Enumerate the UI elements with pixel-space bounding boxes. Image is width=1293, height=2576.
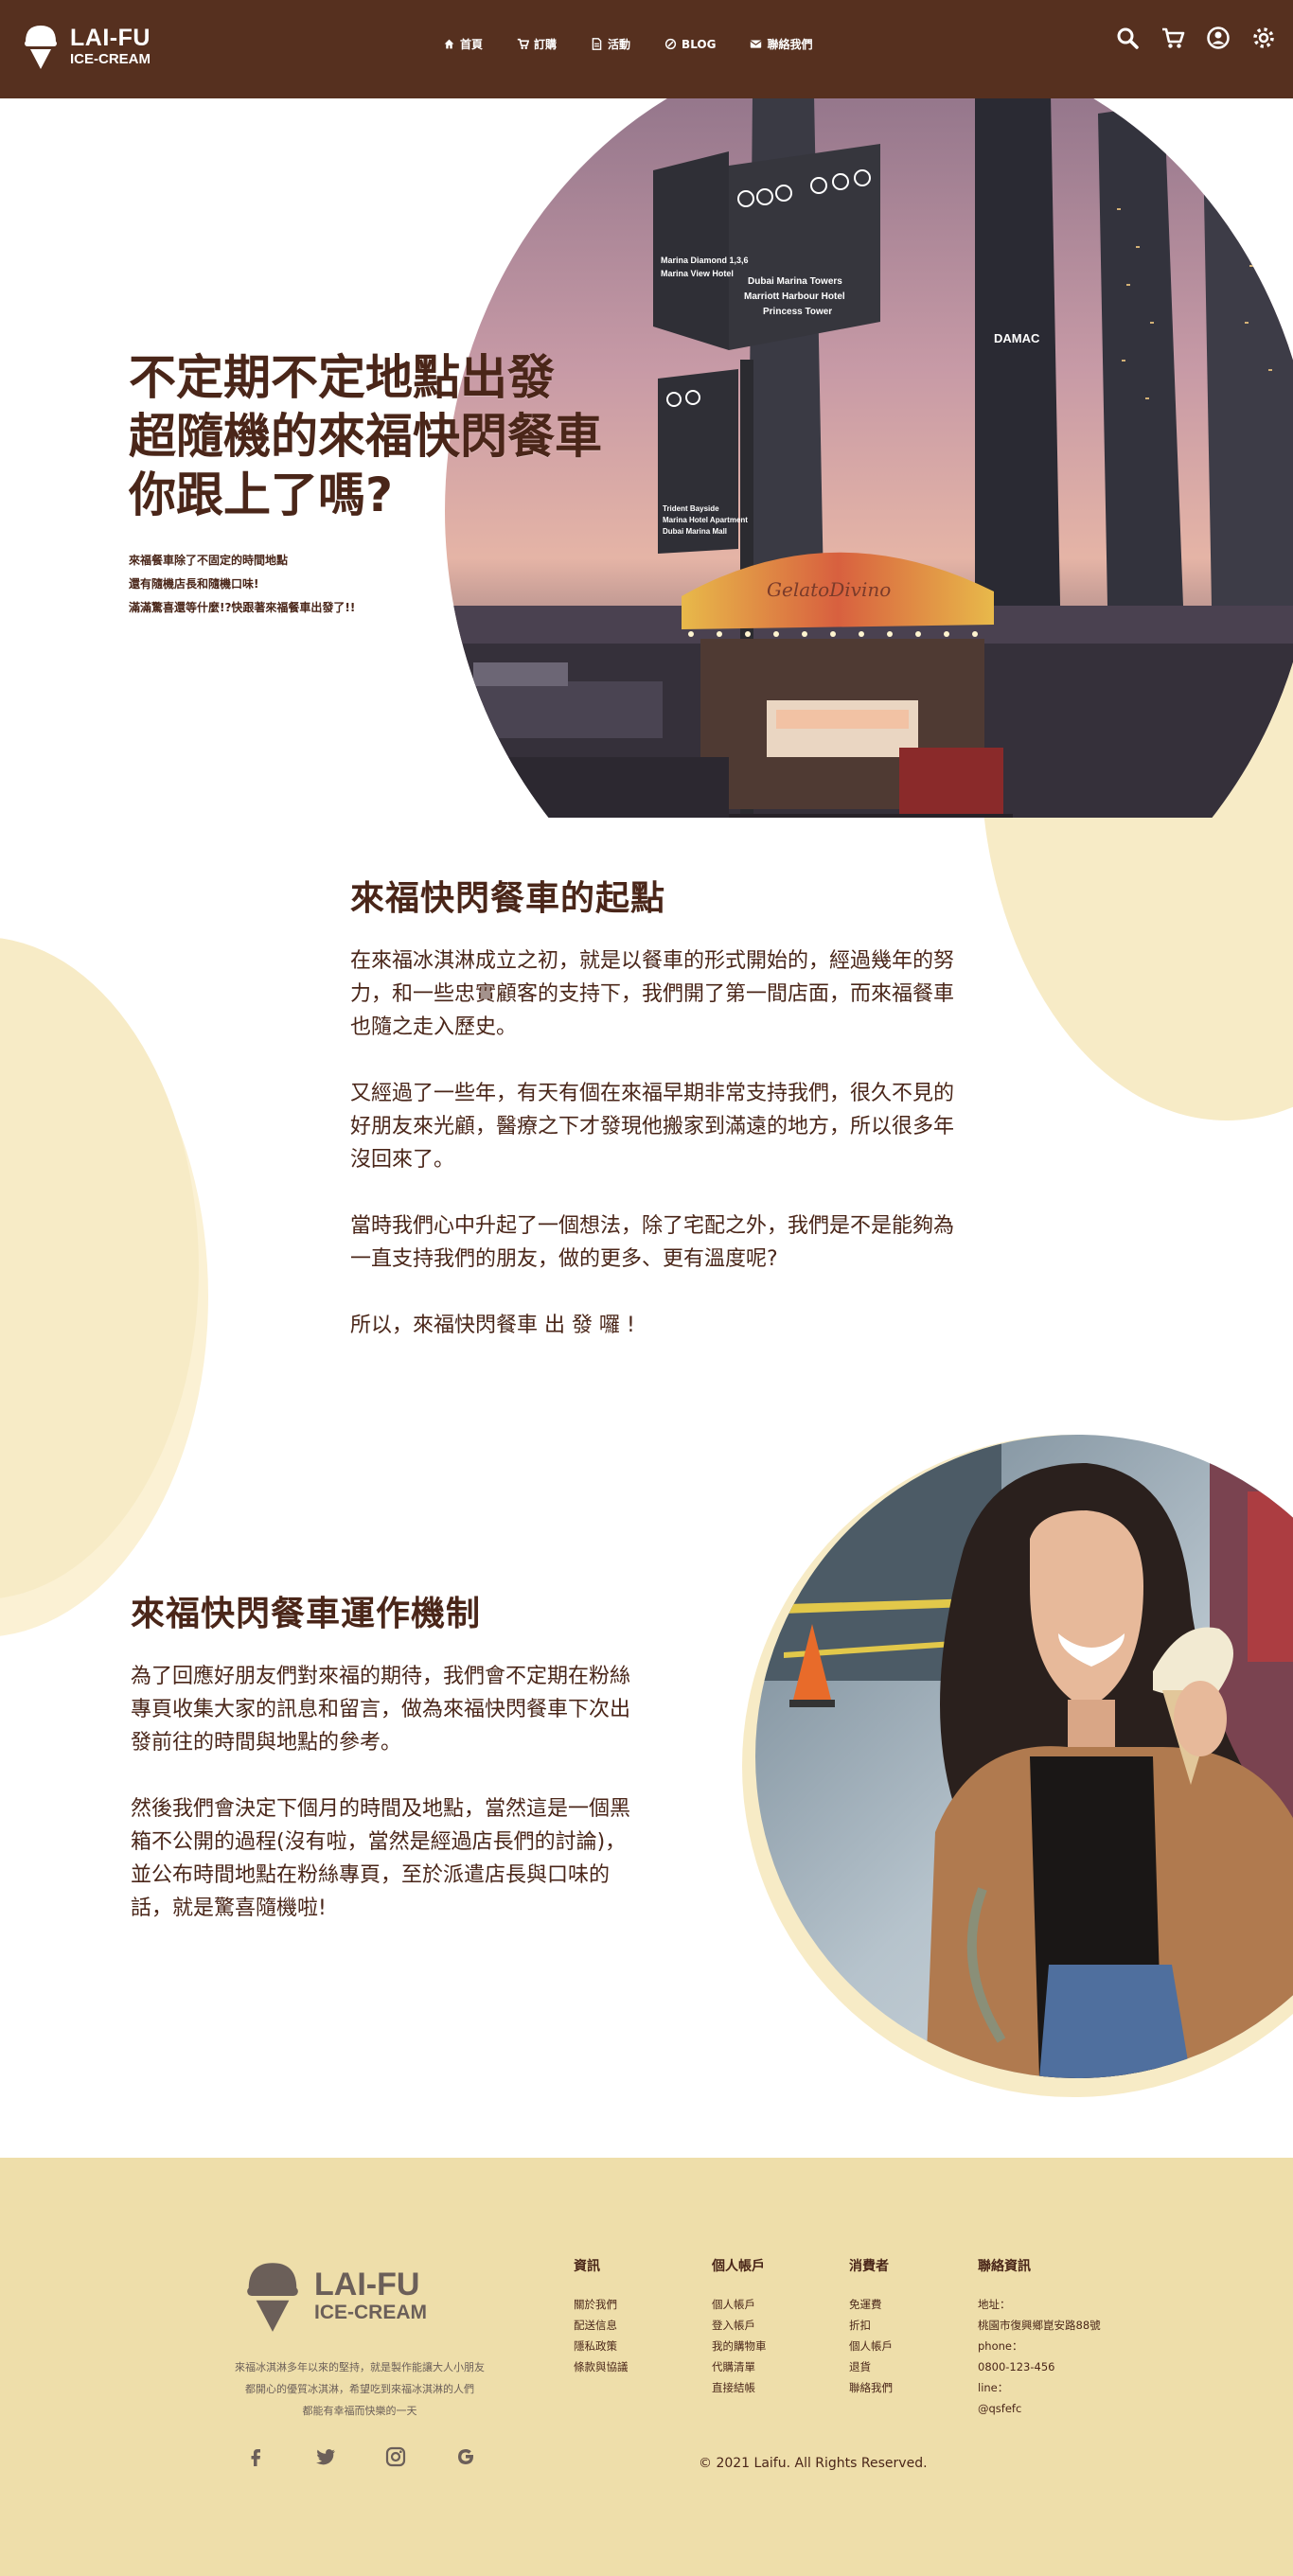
facebook-icon[interactable] (244, 2445, 267, 2468)
footer-col-info: 資訊 關於我們 配送信息 隱私政策 條款與協議 (574, 2256, 629, 2377)
decor-circle-left (0, 937, 199, 1599)
mechanism-section: 來福快閃餐車運作機制 為了回應好朋友們對來福的期待，我們會不定期在粉絲專頁收集大… (131, 1586, 646, 1958)
origin-paragraph-4: 所以，來福快閃餐車 出 發 囉 ! (350, 1314, 635, 1337)
twitter-icon[interactable] (314, 2445, 337, 2468)
page: DAMAC Dubai Marina Towers Marriott Harbo… (0, 0, 1293, 2576)
sign-line-1: Dubai Marina Towers (748, 276, 842, 287)
footer-brand-name: LAI-FU (314, 2267, 420, 2303)
origin-paragraph-3: 當時我們心中升起了一個想法，除了宅配之外，我們是不是能夠為一直支持我們的朋友，做… (350, 1214, 955, 1271)
hero-title-line-2: 超隨機的來福快閃餐車 (129, 409, 602, 464)
footer-line-value: @qsfefc (978, 2402, 1022, 2415)
mechanism-paragraph-1: 為了回應好朋友們對來福的期待，我們會不定期在粉絲專頁收集大家的訊息和留言，做為來… (131, 1665, 631, 1755)
footer-link-my-account[interactable]: 個人帳戶 (712, 2294, 767, 2315)
footer-link-discount[interactable]: 折扣 (849, 2315, 893, 2336)
header-icons (1115, 26, 1276, 50)
footer-link-login[interactable]: 登入帳戶 (712, 2315, 767, 2336)
nav-contact[interactable]: 聯絡我們 (750, 36, 812, 52)
nav-order-label: 訂購 (534, 38, 558, 51)
footer-phone-label: phone： (978, 2339, 1023, 2353)
origin-paragraph-1: 在來福冰淇淋成立之初，就是以餐車的形式開始的，經過幾年的努力，和一些忠實顧客的支… (350, 949, 955, 1039)
sign-line-2: Marriott Harbour Hotel (744, 291, 845, 302)
footer-col-consumer: 消費者 免運費 折扣 個人帳戶 退貨 聯絡我們 (849, 2256, 893, 2398)
nav-home-label: 首頁 (460, 38, 484, 51)
nav-contact-label: 聯絡我們 (767, 38, 813, 51)
footer-address-value: 桃園市復興鄉崑安路88號 (978, 2319, 1101, 2332)
footer-link-checkout[interactable]: 直接結帳 (712, 2377, 767, 2398)
sign-line-3: Princess Tower (763, 307, 832, 317)
brand-logo[interactable]: LAI-FU ICE-CREAM (23, 23, 151, 70)
nav-blog-label: BLOG (682, 37, 717, 51)
footer-col-contact: 聯絡資訊 地址： 桃園市復興鄉崑安路88號 phone： 0800-123-45… (978, 2256, 1101, 2419)
footer-phone-value: 0800-123-456 (978, 2360, 1055, 2373)
sign-line-8: Dubai Marina Mall (663, 527, 727, 536)
instagram-icon[interactable] (384, 2445, 407, 2468)
shop-text: GelatoDivino (767, 578, 891, 601)
hero-title-line-3: 你跟上了嗎? (129, 468, 394, 522)
hero-sub-line-3: 滿滿驚喜還等什麼!?快跟著來福餐車出發了!! (129, 601, 356, 614)
search-icon[interactable] (1115, 26, 1140, 50)
social-links (244, 2445, 477, 2468)
blog-icon (664, 38, 677, 50)
footer-link-returns[interactable]: 退貨 (849, 2356, 893, 2377)
footer-link-my-cart[interactable]: 我的購物車 (712, 2336, 767, 2356)
cart-icon (517, 38, 530, 49)
footer-col-info-title: 資訊 (574, 2259, 600, 2274)
google-icon[interactable] (454, 2445, 477, 2468)
footer-desc-line-3: 都能有幸福而快樂的一天 (302, 2405, 417, 2417)
hero-subtitle: 來福餐車除了不固定的時間地點 還有隨機店長和隨機口味! 滿滿驚喜還等什麼!?快跟… (129, 549, 355, 620)
main-nav: 首頁 訂購 活動 BLOG 聯絡我們 (443, 36, 812, 52)
hero-sub-line-2: 還有隨機店長和隨機口味! (129, 577, 259, 591)
footer-link-about[interactable]: 關於我們 (574, 2294, 629, 2315)
mail-icon (750, 40, 763, 48)
nav-home[interactable]: 首頁 (443, 36, 483, 52)
footer-col-account-title: 個人帳戶 (712, 2259, 765, 2274)
footer-desc-line-1: 來福冰淇淋多年以來的堅持，就是製作能讓大人小朋友 (235, 2361, 485, 2373)
footer-logo[interactable]: LAI-FU ICE-CREAM (244, 2258, 427, 2334)
document-icon (592, 38, 602, 50)
ice-cream-logo-icon (247, 2263, 298, 2332)
origin-title: 來福快閃餐車的起點 (350, 879, 666, 918)
site-header: LAI-FU ICE-CREAM 首頁 訂購 活動 BLOG 聯絡我們 (0, 0, 1293, 98)
footer-copyright: © 2021 Laifu. All Rights Reserved. (699, 2456, 928, 2471)
site-footer: LAI-FU ICE-CREAM 來福冰淇淋多年以來的堅持，就是製作能讓大人小朋… (0, 2158, 1293, 2576)
nav-events-label: 活動 (608, 38, 631, 51)
mechanism-paragraph-2: 然後我們會決定下個月的時間及地點，當然這是一個黑箱不公開的過程(沒有啦，當然是經… (131, 1797, 631, 1920)
nav-blog[interactable]: BLOG (664, 36, 716, 52)
footer-desc-line-2: 都開心的優質冰淇淋，希望吃到來福冰淇淋的人們 (245, 2383, 474, 2395)
ice-cream-logo-icon (23, 23, 59, 70)
building-text: DAMAC (994, 331, 1040, 345)
user-icon[interactable] (1206, 26, 1231, 50)
nav-order[interactable]: 訂購 (517, 36, 557, 52)
footer-link-terms[interactable]: 條款與協議 (574, 2356, 629, 2377)
brand-name: LAI-FU (70, 25, 151, 51)
footer-link-personal-account[interactable]: 個人帳戶 (849, 2336, 893, 2356)
footer-brand-tagline: ICE-CREAM (314, 2302, 427, 2323)
origin-paragraph-2: 又經過了一些年，有天有個在來福早期非常支持我們，很久不見的好朋友來光顧，醫療之下… (350, 1082, 955, 1172)
hero-sub-line-1: 來福餐車除了不固定的時間地點 (129, 554, 289, 567)
footer-link-purchase-list[interactable]: 代購清單 (712, 2356, 767, 2377)
footer-address-label: 地址： (978, 2298, 1011, 2311)
brand-tagline: ICE-CREAM (70, 51, 151, 67)
footer-col-contact-title: 聯絡資訊 (978, 2259, 1031, 2274)
nav-events[interactable]: 活動 (591, 36, 630, 52)
origin-section: 來福快閃餐車的起點 在來福冰淇淋成立之初，就是以餐車的形式開始的，經過幾年的努力… (350, 871, 956, 1375)
hero-title-line-1: 不定期不定地點出發 (129, 350, 555, 405)
hero-title: 不定期不定地點出發 超隨機的來福快閃餐車 你跟上了嗎? (129, 348, 697, 524)
footer-link-free-shipping[interactable]: 免運費 (849, 2294, 893, 2315)
footer-col-consumer-title: 消費者 (849, 2259, 889, 2274)
sign-line-4: Marina Diamond 1,3,6 (661, 256, 749, 265)
cart-icon[interactable] (1160, 26, 1185, 50)
sign-line-5: Marina View Hotel (661, 269, 734, 278)
settings-icon[interactable] (1251, 26, 1276, 50)
footer-link-contact[interactable]: 聯絡我們 (849, 2377, 893, 2398)
footer-col-account: 個人帳戶 個人帳戶 登入帳戶 我的購物車 代購清單 直接結帳 (712, 2256, 767, 2398)
home-icon (444, 39, 454, 49)
footer-description: 來福冰淇淋多年以來的堅持，就是製作能讓大人小朋友 都開心的優質冰淇淋，希望吃到來… (199, 2356, 521, 2422)
footer-link-privacy[interactable]: 隱私政策 (574, 2336, 629, 2356)
footer-line-label: line： (978, 2381, 1009, 2394)
footer-link-delivery[interactable]: 配送信息 (574, 2315, 629, 2336)
mechanism-title: 來福快閃餐車運作機制 (131, 1595, 482, 1633)
